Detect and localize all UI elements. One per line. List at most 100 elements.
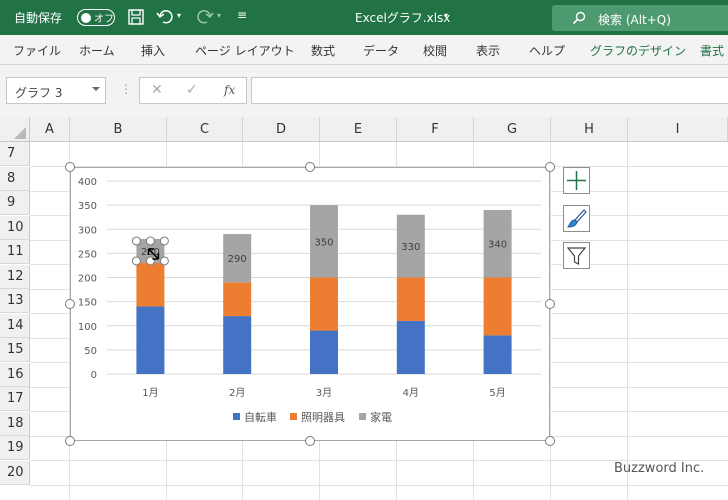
column-header-c[interactable]: C: [167, 117, 243, 142]
search-box[interactable]: 検索 (Alt+Q): [552, 5, 728, 31]
column-header-h[interactable]: H: [551, 117, 628, 142]
chart-elements-button[interactable]: [563, 167, 590, 194]
tab-format[interactable]: 書式: [700, 42, 724, 59]
chart-area[interactable]: 0 50 100 150 200 250 300 350 400 280 1月 290 2月 350 3月 3…: [70, 167, 550, 441]
label-selection-handle: [131, 236, 141, 246]
chart-filters-button[interactable]: [563, 242, 590, 269]
bar-自転車: [483, 335, 512, 374]
autosave-toggle[interactable]: オフ: [77, 9, 115, 26]
data-label: 330: [401, 242, 420, 253]
row-header-11[interactable]: 11: [0, 240, 30, 264]
row-header-12[interactable]: 12: [0, 264, 30, 289]
resize-handle-bottom-right[interactable]: [545, 436, 555, 446]
resize-handle-top-right[interactable]: [545, 162, 555, 172]
resize-handle-bottom-left[interactable]: [65, 436, 75, 446]
tab-data[interactable]: データ: [363, 42, 399, 59]
column-header-e[interactable]: E: [320, 117, 397, 142]
y-tick-label: 50: [84, 346, 97, 357]
tab-formulas[interactable]: 数式: [311, 42, 335, 59]
row-header-19[interactable]: 19: [0, 436, 30, 460]
row-gridline: [30, 484, 728, 486]
row-header-15[interactable]: 15: [0, 338, 30, 362]
legend-swatch: [233, 413, 240, 420]
y-tick-label: 200: [78, 274, 97, 285]
plus-icon: [567, 171, 586, 190]
formula-input[interactable]: [251, 77, 728, 104]
tab-file[interactable]: ファイル: [13, 42, 61, 59]
save-icon[interactable]: [127, 8, 145, 26]
name-box-dropdown-icon[interactable]: [92, 87, 100, 91]
row-header-20[interactable]: 20: [0, 460, 30, 485]
redo-icon[interactable]: [196, 8, 214, 26]
legend-swatch: [290, 413, 297, 420]
row-header-10[interactable]: 10: [0, 215, 30, 240]
column-header-i[interactable]: I: [628, 117, 728, 142]
row-header-9[interactable]: 9: [0, 191, 30, 215]
label-selection-handle: [145, 256, 155, 266]
tab-insert[interactable]: 挿入: [141, 42, 165, 59]
resize-handle-top[interactable]: [305, 162, 315, 172]
legend-label: 家電: [370, 410, 392, 424]
label-selection-handle: [131, 256, 141, 266]
label-selection-handle: [159, 236, 169, 246]
tab-view[interactable]: 表示: [476, 42, 500, 59]
column-header-a[interactable]: A: [30, 117, 70, 142]
label-selection-handle: [145, 236, 155, 246]
column-header-f[interactable]: F: [397, 117, 474, 142]
formula-buttons: ✕ ✓ fx: [139, 77, 247, 104]
formula-bar: グラフ 3 ⋮ ✕ ✓ fx: [0, 65, 728, 117]
search-icon: [572, 11, 586, 25]
redo-dropdown-icon[interactable]: ▾: [217, 11, 221, 20]
row-header-17[interactable]: 17: [0, 387, 30, 411]
x-tick-label: 4月: [403, 387, 419, 399]
tab-help[interactable]: ヘルプ: [529, 42, 565, 59]
resize-handle-top-left[interactable]: [65, 162, 75, 172]
tab-chart-design[interactable]: グラフのデザイン: [590, 42, 686, 59]
y-tick-label: 300: [78, 225, 97, 236]
select-all-button[interactable]: [0, 117, 30, 142]
resize-handle-right[interactable]: [545, 299, 555, 309]
y-tick-label: 250: [78, 249, 97, 260]
bar-照明器具: [136, 263, 165, 307]
column-header-d[interactable]: D: [243, 117, 320, 142]
row-header-16[interactable]: 16: [0, 362, 30, 387]
row-header-14[interactable]: 14: [0, 313, 30, 338]
name-box-value: グラフ 3: [15, 86, 63, 100]
y-tick-label: 400: [78, 177, 97, 188]
paintbrush-icon: [567, 209, 587, 228]
tab-home[interactable]: ホーム: [79, 42, 115, 59]
name-box[interactable]: グラフ 3: [6, 77, 106, 104]
filename-dropdown-icon[interactable]: ▾: [444, 11, 448, 20]
resize-handle-bottom[interactable]: [305, 436, 315, 446]
bar-自転車: [136, 306, 165, 374]
bar-照明器具: [310, 277, 338, 331]
x-tick-label: 3月: [316, 387, 332, 399]
x-tick-label: 5月: [489, 387, 505, 399]
row-header-7[interactable]: 7: [0, 142, 30, 166]
row-header-8[interactable]: 8: [0, 166, 30, 191]
column-header-g[interactable]: G: [474, 117, 551, 142]
column-gridline: [627, 142, 628, 500]
data-label: 350: [314, 237, 333, 248]
undo-dropdown-icon[interactable]: ▾: [177, 11, 181, 20]
undo-icon[interactable]: [156, 8, 174, 26]
y-tick-label: 100: [78, 322, 97, 333]
legend-swatch: [359, 413, 366, 420]
data-label: 290: [228, 254, 247, 265]
data-label: 340: [488, 240, 507, 251]
column-header-b[interactable]: B: [70, 117, 167, 142]
file-name[interactable]: Excelグラフ.xlsx: [355, 9, 450, 26]
resize-handle-left[interactable]: [65, 299, 75, 309]
row-header-13[interactable]: 13: [0, 289, 30, 313]
row-header-18[interactable]: 18: [0, 411, 30, 436]
chart-styles-button[interactable]: [563, 205, 590, 232]
customize-toolbar-icon[interactable]: ≡: [237, 8, 247, 22]
enter-icon[interactable]: ✓: [186, 82, 198, 98]
bar-照明器具: [223, 282, 252, 317]
tab-page-layout[interactable]: ページ レイアウト: [195, 42, 295, 59]
insert-function-icon[interactable]: fx: [224, 83, 235, 97]
cancel-icon[interactable]: ✕: [151, 82, 163, 98]
tab-review[interactable]: 校閲: [423, 42, 447, 59]
autosave-label: 自動保存: [14, 11, 63, 25]
x-tick-label: 1月: [142, 387, 158, 399]
